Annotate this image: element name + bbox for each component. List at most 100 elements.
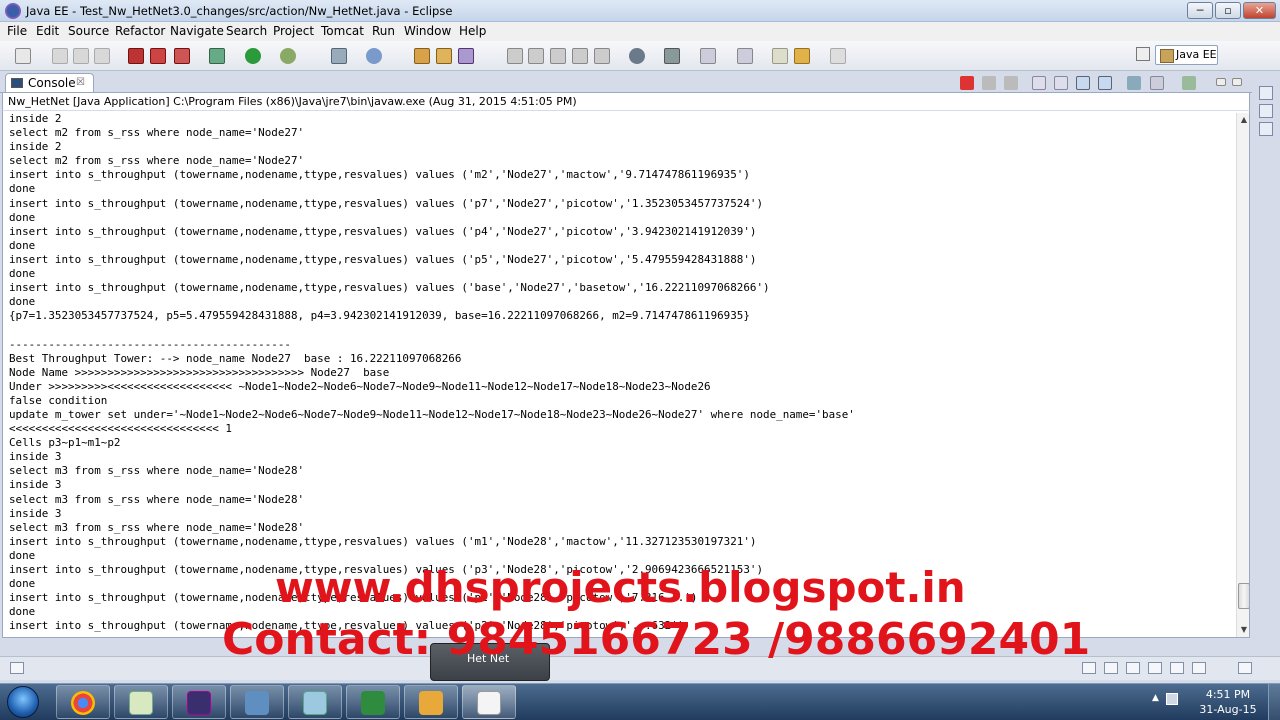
taskbar-notepad[interactable] [114, 685, 168, 719]
trim-restore-icon[interactable] [1238, 662, 1252, 674]
menu-help[interactable]: Help [459, 24, 486, 38]
trim-snippets-icon[interactable] [1170, 662, 1184, 674]
taskbar-java-hetnet[interactable] [462, 685, 516, 719]
scroll-lock-icon[interactable] [1054, 76, 1068, 90]
prev-annotation-icon[interactable] [737, 48, 753, 64]
open-task-icon[interactable] [436, 48, 452, 64]
run-icon[interactable] [245, 48, 261, 64]
tab-close-icon[interactable]: ☒ [76, 74, 85, 92]
taskbar-javaee-ide[interactable] [172, 685, 226, 719]
new-icon[interactable] [15, 48, 31, 64]
console-line: insert into s_throughput (towername,node… [9, 252, 757, 266]
last-edit-icon[interactable] [772, 48, 788, 64]
taskbar-paint[interactable] [404, 685, 458, 719]
menu-source[interactable]: Source [68, 24, 109, 38]
taskbar-explorer[interactable] [288, 685, 342, 719]
clear-console-icon[interactable] [1032, 76, 1046, 90]
terminate-icon[interactable] [174, 48, 190, 64]
menu-window[interactable]: Window [404, 24, 451, 38]
show-stdout-icon[interactable] [1076, 76, 1090, 90]
taskbar-mysql[interactable] [230, 685, 284, 719]
open-console-icon[interactable] [1182, 76, 1196, 90]
markers-icon[interactable] [1259, 122, 1273, 136]
whitespace-icon[interactable] [572, 48, 588, 64]
next-annotation-icon[interactable] [700, 48, 716, 64]
forward-icon[interactable] [830, 48, 846, 64]
annotation-icon[interactable] [528, 48, 544, 64]
menu-tomcat[interactable]: Tomcat [321, 24, 364, 38]
close-button[interactable]: ✕ [1243, 2, 1276, 19]
task-list-icon[interactable] [1259, 104, 1273, 118]
show-source-icon[interactable] [594, 48, 610, 64]
show-stderr-icon[interactable] [1098, 76, 1112, 90]
perspective-java-ee[interactable]: Java EE [1155, 45, 1218, 65]
minimize-view-icon[interactable] [1216, 78, 1226, 86]
save-all-icon[interactable] [73, 48, 89, 64]
network-icon[interactable] [1166, 693, 1178, 705]
remove-launch-icon[interactable] [982, 76, 996, 90]
console-line: inside 2 [9, 140, 62, 154]
eclipse-icon [5, 3, 21, 19]
console-text: inside 2 select m2 from s_rss where node_… [9, 112, 855, 633]
menu-file[interactable]: File [7, 24, 27, 38]
trim-properties-icon[interactable] [1126, 662, 1140, 674]
toggle-mark-icon[interactable] [507, 48, 523, 64]
open-perspective-icon[interactable] [1136, 47, 1150, 61]
pin-console-icon[interactable] [1127, 76, 1141, 90]
right-trim-stack [1256, 82, 1276, 142]
menu-edit[interactable]: Edit [36, 24, 59, 38]
menu-refactor[interactable]: Refactor [115, 24, 165, 38]
trim-console-icon[interactable] [1192, 662, 1206, 674]
stop-server-icon[interactable] [128, 48, 144, 64]
system-tray[interactable]: ▲ [1150, 689, 1180, 713]
show-desktop-button[interactable] [1268, 684, 1280, 720]
menu-run[interactable]: Run [372, 24, 395, 38]
folder-icon [303, 691, 327, 715]
start-button[interactable] [1, 684, 47, 720]
console-line: insert into s_throughput (towername,node… [9, 168, 750, 182]
taskbar-clock[interactable]: 4:51 PM 31-Aug-15 [1188, 687, 1268, 719]
new-class-icon[interactable] [366, 48, 382, 64]
print-icon[interactable] [94, 48, 110, 64]
tab-console[interactable]: Console ☒ [5, 73, 94, 92]
remove-icon[interactable] [150, 48, 166, 64]
outline-icon[interactable] [1259, 86, 1273, 100]
save-icon[interactable] [52, 48, 68, 64]
fast-view-icon[interactable] [10, 662, 24, 674]
console-line: ----------------------------------------… [9, 337, 291, 351]
console-line: inside 2 [9, 112, 62, 125]
trim-datasource-icon[interactable] [1148, 662, 1162, 674]
open-type-icon[interactable] [414, 48, 430, 64]
back-icon[interactable] [794, 48, 810, 64]
profile-icon[interactable] [664, 48, 680, 64]
taskbar-excel[interactable] [346, 685, 400, 719]
console-line: {p7=1.3523053457737524, p5=5.47955942843… [9, 309, 750, 323]
coverage-icon[interactable] [280, 48, 296, 64]
block-select-icon[interactable] [550, 48, 566, 64]
taskbar-chrome[interactable] [56, 685, 110, 719]
notepad-icon [129, 691, 153, 715]
trim-problems-icon[interactable] [1104, 662, 1118, 674]
maximize-view-icon[interactable] [1232, 78, 1242, 86]
remove-all-launches-icon[interactable] [1004, 76, 1018, 90]
console-scrollbar[interactable]: ▲ ▼ [1236, 113, 1249, 637]
minimize-button[interactable]: ─ [1187, 2, 1213, 19]
scrollbar-thumb[interactable] [1238, 583, 1249, 609]
menu-search[interactable]: Search [226, 24, 267, 38]
maximize-button[interactable]: ▫ [1215, 2, 1241, 19]
search-icon[interactable] [458, 48, 474, 64]
terminate-console-icon[interactable] [960, 76, 974, 90]
console-line: select m2 from s_rss where node_name='No… [9, 154, 305, 168]
menu-navigate[interactable]: Navigate [170, 24, 224, 38]
debug-icon[interactable] [209, 48, 225, 64]
console-line: select m3 from s_rss where node_name='No… [9, 520, 305, 534]
globe-icon[interactable] [629, 48, 645, 64]
console-output[interactable]: inside 2 select m2 from s_rss where node_… [2, 110, 1250, 638]
console-line: update m_tower set under='~Node1~Node2~N… [9, 407, 855, 421]
menu-project[interactable]: Project [273, 24, 314, 38]
scroll-up-icon[interactable]: ▲ [1237, 113, 1249, 127]
new-project-icon[interactable] [331, 48, 347, 64]
scroll-down-icon[interactable]: ▼ [1237, 623, 1249, 637]
tray-expand-icon[interactable]: ▲ [1152, 693, 1159, 703]
display-console-icon[interactable] [1150, 76, 1164, 90]
